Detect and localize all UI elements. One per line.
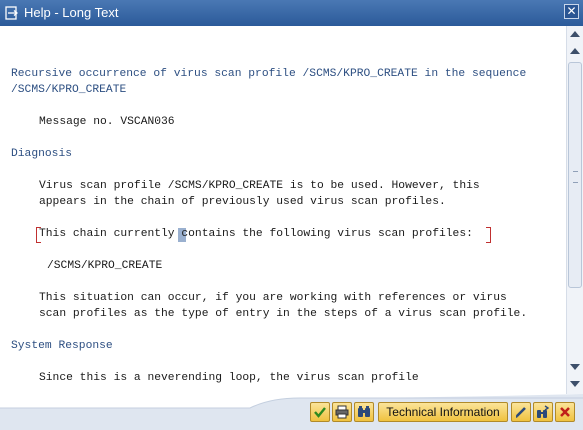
message-number: Message no. VSCAN036 xyxy=(39,116,175,128)
diagnosis-line-2: appears in the chain of previously used … xyxy=(39,196,446,208)
scrollbar-thumb[interactable] xyxy=(568,62,582,288)
edit-button[interactable] xyxy=(511,402,531,422)
edit-icon xyxy=(516,407,526,418)
situation-line-1: This situation can occur, if you are wor… xyxy=(39,292,507,304)
vertical-scrollbar[interactable] xyxy=(566,26,583,394)
diagnosis-line-1: Virus scan profile /SCMS/KPRO_CREATE is … xyxy=(39,180,480,192)
cancel-icon xyxy=(560,407,570,417)
situation-line-2: scan profiles as the type of entry in th… xyxy=(39,308,528,320)
find-icon xyxy=(358,406,370,417)
scroll-up-icon[interactable] xyxy=(570,48,580,54)
technical-information-button[interactable]: Technical Information xyxy=(378,402,508,422)
find-button[interactable] xyxy=(354,402,374,422)
technical-information-label: Technical Information xyxy=(386,405,500,419)
scroll-down-icon[interactable] xyxy=(570,364,580,370)
check-icon xyxy=(314,407,326,418)
print-icon xyxy=(335,405,349,419)
close-icon: ✕ xyxy=(566,4,577,18)
grip-icon xyxy=(573,171,578,183)
find-next-icon xyxy=(537,405,550,418)
system-response-heading: System Response xyxy=(11,340,113,352)
profile-name: /SCMS/KPRO_CREATE xyxy=(47,260,163,272)
response-line-1: Since this is a neverending loop, the vi… xyxy=(39,372,419,384)
print-button[interactable] xyxy=(332,402,352,422)
find-next-button[interactable] xyxy=(533,402,553,422)
diagnosis-heading: Diagnosis xyxy=(11,148,73,160)
continue-button[interactable] xyxy=(310,402,330,422)
close-button[interactable]: ✕ xyxy=(564,4,579,19)
scroll-top-icon[interactable] xyxy=(570,31,580,37)
message-title-line-2: /SCMS/KPRO_CREATE xyxy=(11,84,127,96)
chain-line[interactable]: This chain currently contains the follow… xyxy=(39,228,473,240)
window-menu-icon[interactable] xyxy=(5,6,19,20)
window-title: Help - Long Text xyxy=(24,5,119,20)
cancel-button[interactable] xyxy=(555,402,575,422)
message-title-line-1: Recursive occurrence of virus scan profi… xyxy=(11,68,527,80)
title-bar: Help - Long Text ✕ xyxy=(0,0,583,26)
long-text-content: Recursive occurrence of virus scan profi… xyxy=(0,26,566,394)
scroll-bottom-icon[interactable] xyxy=(570,381,580,387)
